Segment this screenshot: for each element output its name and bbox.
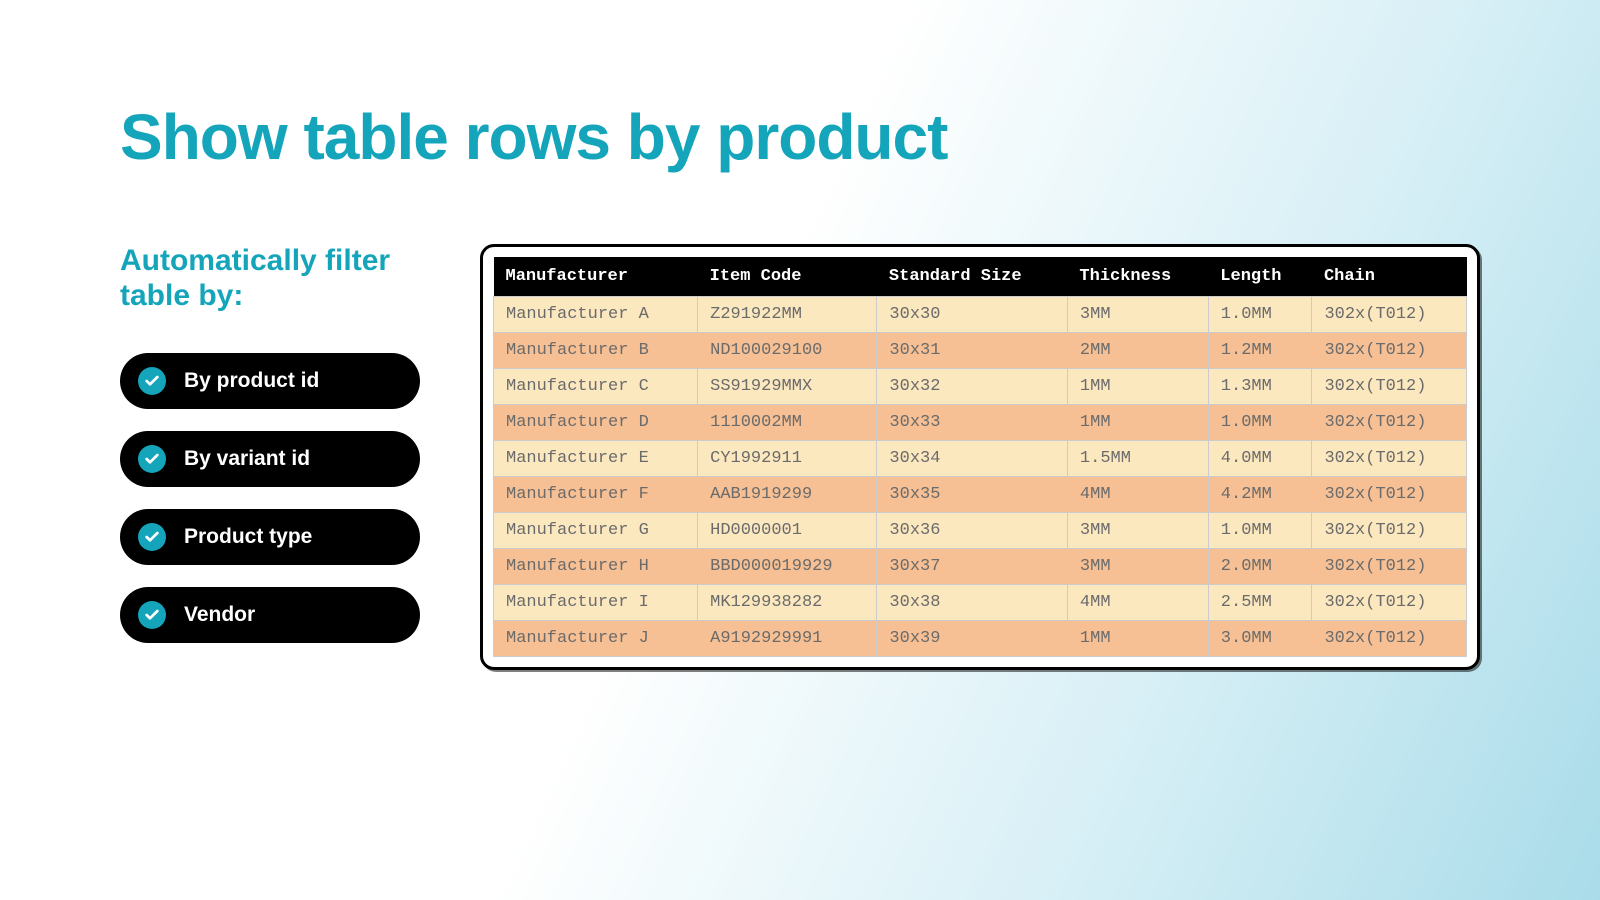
table-row: Manufacturer CSS91929MMX30x321MM1.3MM302… bbox=[494, 369, 1467, 405]
table-cell: 30x34 bbox=[877, 441, 1068, 477]
table-cell: SS91929MMX bbox=[698, 369, 877, 405]
table-cell: 1.5MM bbox=[1067, 441, 1208, 477]
check-icon bbox=[138, 601, 166, 629]
table-cell: 302x(T012) bbox=[1312, 477, 1467, 513]
check-icon bbox=[138, 367, 166, 395]
table-cell: 3.0MM bbox=[1208, 621, 1312, 657]
filter-vendor[interactable]: Vendor bbox=[120, 587, 420, 643]
table-cell: 302x(T012) bbox=[1312, 441, 1467, 477]
table-cell: 30x31 bbox=[877, 333, 1068, 369]
table-cell: Manufacturer H bbox=[494, 549, 698, 585]
filter-label: Vendor bbox=[184, 603, 255, 627]
table-cell: 3MM bbox=[1067, 297, 1208, 333]
table-cell: 30x35 bbox=[877, 477, 1068, 513]
table-cell: Manufacturer D bbox=[494, 405, 698, 441]
table-cell: 302x(T012) bbox=[1312, 297, 1467, 333]
table-cell: BBD000019929 bbox=[698, 549, 877, 585]
table-cell: 3MM bbox=[1067, 549, 1208, 585]
table-cell: 302x(T012) bbox=[1312, 621, 1467, 657]
table-row: Manufacturer BND10002910030x312MM1.2MM30… bbox=[494, 333, 1467, 369]
col-manufacturer: Manufacturer bbox=[494, 257, 698, 297]
table-cell: 1.0MM bbox=[1208, 405, 1312, 441]
table-cell: 30x30 bbox=[877, 297, 1068, 333]
table-cell: 4MM bbox=[1067, 477, 1208, 513]
table-cell: MK129938282 bbox=[698, 585, 877, 621]
table-cell: A9192929991 bbox=[698, 621, 877, 657]
table-cell: 302x(T012) bbox=[1312, 549, 1467, 585]
table-cell: 1MM bbox=[1067, 405, 1208, 441]
table-cell: 1MM bbox=[1067, 369, 1208, 405]
table-cell: 1.2MM bbox=[1208, 333, 1312, 369]
table-cell: 4MM bbox=[1067, 585, 1208, 621]
table-cell: 302x(T012) bbox=[1312, 333, 1467, 369]
page-title: Show table rows by product bbox=[120, 100, 1480, 174]
table-cell: 2.5MM bbox=[1208, 585, 1312, 621]
table-cell: Manufacturer G bbox=[494, 513, 698, 549]
table-cell: 302x(T012) bbox=[1312, 369, 1467, 405]
table-row: Manufacturer FAAB191929930x354MM4.2MM302… bbox=[494, 477, 1467, 513]
table-cell: 3MM bbox=[1067, 513, 1208, 549]
table-cell: 4.2MM bbox=[1208, 477, 1312, 513]
table-cell: ND100029100 bbox=[698, 333, 877, 369]
table-cell: 1.0MM bbox=[1208, 513, 1312, 549]
table-cell: Manufacturer J bbox=[494, 621, 698, 657]
filter-by-product-id[interactable]: By product id bbox=[120, 353, 420, 409]
table-cell: 4.0MM bbox=[1208, 441, 1312, 477]
table-cell: 302x(T012) bbox=[1312, 585, 1467, 621]
table-row: Manufacturer AZ291922MM30x303MM1.0MM302x… bbox=[494, 297, 1467, 333]
col-chain: Chain bbox=[1312, 257, 1467, 297]
table-cell: HD0000001 bbox=[698, 513, 877, 549]
filter-label: Product type bbox=[184, 525, 312, 549]
products-table-container: Manufacturer Item Code Standard Size Thi… bbox=[480, 244, 1480, 670]
col-thickness: Thickness bbox=[1067, 257, 1208, 297]
table-cell: 2MM bbox=[1067, 333, 1208, 369]
check-icon bbox=[138, 445, 166, 473]
filter-by-variant-id[interactable]: By variant id bbox=[120, 431, 420, 487]
table-cell: 30x33 bbox=[877, 405, 1068, 441]
table-cell: Manufacturer C bbox=[494, 369, 698, 405]
table-header-row: Manufacturer Item Code Standard Size Thi… bbox=[494, 257, 1467, 297]
table-cell: AAB1919299 bbox=[698, 477, 877, 513]
table-row: Manufacturer JA919292999130x391MM3.0MM30… bbox=[494, 621, 1467, 657]
table-cell: Manufacturer E bbox=[494, 441, 698, 477]
table-cell: Manufacturer I bbox=[494, 585, 698, 621]
check-icon bbox=[138, 523, 166, 551]
col-standard-size: Standard Size bbox=[877, 257, 1068, 297]
table-cell: 30x37 bbox=[877, 549, 1068, 585]
table-cell: 30x38 bbox=[877, 585, 1068, 621]
table-cell: 1.3MM bbox=[1208, 369, 1312, 405]
filter-product-type[interactable]: Product type bbox=[120, 509, 420, 565]
filter-label: By variant id bbox=[184, 447, 310, 471]
filter-sidebar: Automatically filter table by: By produc… bbox=[120, 244, 420, 665]
filter-subtitle: Automatically filter table by: bbox=[120, 244, 420, 313]
table-cell: 30x36 bbox=[877, 513, 1068, 549]
table-row: Manufacturer ECY199291130x341.5MM4.0MM30… bbox=[494, 441, 1467, 477]
table-cell: 302x(T012) bbox=[1312, 405, 1467, 441]
col-item-code: Item Code bbox=[698, 257, 877, 297]
table-cell: 2.0MM bbox=[1208, 549, 1312, 585]
table-row: Manufacturer D1110002MM30x331MM1.0MM302x… bbox=[494, 405, 1467, 441]
table-cell: Manufacturer B bbox=[494, 333, 698, 369]
products-table: Manufacturer Item Code Standard Size Thi… bbox=[493, 257, 1467, 657]
table-cell: 1MM bbox=[1067, 621, 1208, 657]
table-cell: 30x39 bbox=[877, 621, 1068, 657]
table-row: Manufacturer HBBD00001992930x373MM2.0MM3… bbox=[494, 549, 1467, 585]
table-cell: Manufacturer F bbox=[494, 477, 698, 513]
table-cell: Z291922MM bbox=[698, 297, 877, 333]
table-cell: 302x(T012) bbox=[1312, 513, 1467, 549]
table-cell: CY1992911 bbox=[698, 441, 877, 477]
table-row: Manufacturer IMK12993828230x384MM2.5MM30… bbox=[494, 585, 1467, 621]
table-cell: 1110002MM bbox=[698, 405, 877, 441]
table-cell: Manufacturer A bbox=[494, 297, 698, 333]
col-length: Length bbox=[1208, 257, 1312, 297]
table-cell: 30x32 bbox=[877, 369, 1068, 405]
table-cell: 1.0MM bbox=[1208, 297, 1312, 333]
content-row: Automatically filter table by: By produc… bbox=[120, 244, 1480, 670]
table-row: Manufacturer GHD000000130x363MM1.0MM302x… bbox=[494, 513, 1467, 549]
filter-label: By product id bbox=[184, 369, 319, 393]
